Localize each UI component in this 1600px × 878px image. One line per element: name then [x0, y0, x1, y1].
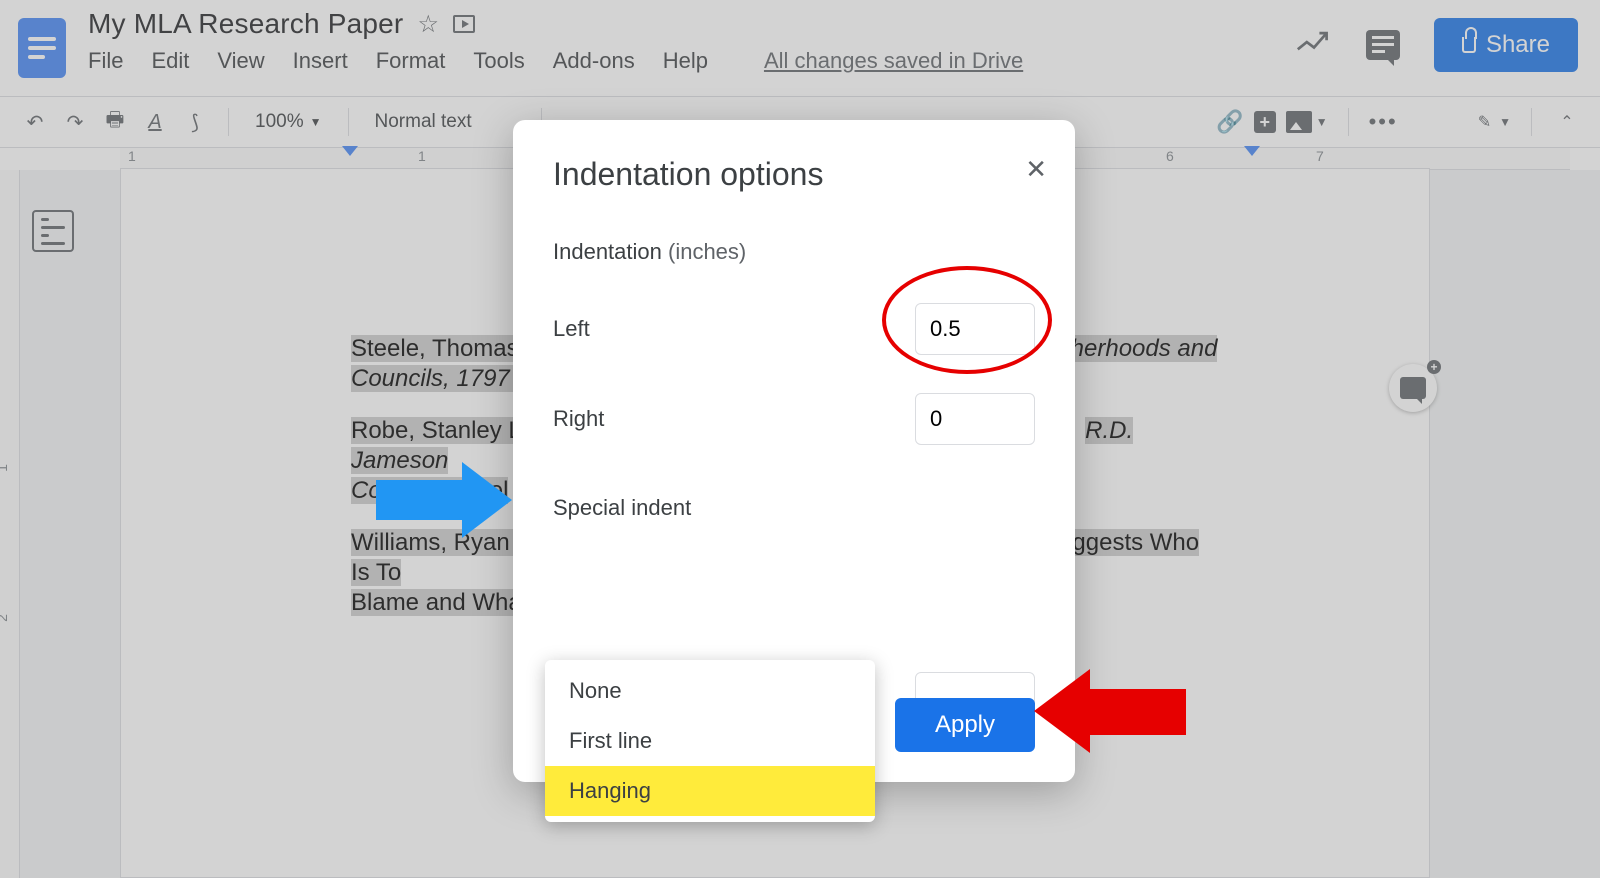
close-icon[interactable]: ✕ [1025, 154, 1047, 185]
apply-button[interactable]: Apply [895, 698, 1035, 752]
special-indent-dropdown: None First line Hanging [545, 660, 875, 822]
dropdown-option-none[interactable]: None [545, 666, 875, 716]
dialog-title: Indentation options [553, 156, 1035, 193]
special-indent-label: Special indent [553, 495, 1035, 521]
dropdown-option-first-line[interactable]: First line [545, 716, 875, 766]
indentation-options-dialog: Indentation options ✕ Indentation (inche… [513, 120, 1075, 782]
left-indent-label: Left [553, 316, 590, 342]
right-indent-label: Right [553, 406, 604, 432]
dropdown-option-hanging[interactable]: Hanging [545, 766, 875, 816]
dialog-subtitle: Indentation (inches) [553, 239, 1035, 265]
right-indent-input[interactable] [915, 393, 1035, 445]
left-indent-input[interactable] [915, 303, 1035, 355]
